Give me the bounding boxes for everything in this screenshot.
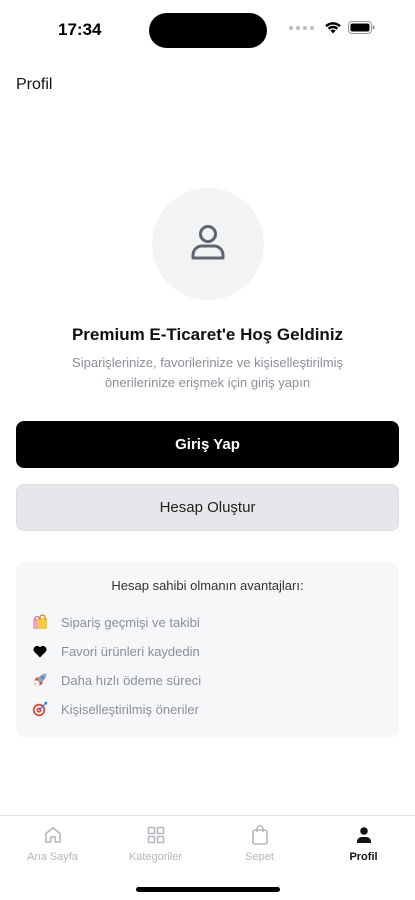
benefits-title: Hesap sahibi olmanın avantajları: <box>111 578 304 593</box>
tab-categories[interactable]: Kategoriler <box>104 824 207 863</box>
tab-home[interactable]: Ana Sayfa <box>1 824 104 863</box>
tab-cart[interactable]: Sepet <box>208 824 311 863</box>
benefits-card: Hesap sahibi olmanın avantajları: Sipari… <box>16 562 399 738</box>
benefit-label: Kişiselleştirilmiş öneriler <box>61 701 199 717</box>
dynamic-island <box>149 13 267 48</box>
list-item: Daha hızlı ödeme süreci <box>31 670 201 690</box>
welcome-subtitle: Siparişlerinize, favorilerinize ve kişis… <box>72 355 343 390</box>
cellular-signal-icon <box>289 25 314 30</box>
person-outline-icon <box>188 222 228 267</box>
grid-icon <box>146 824 166 846</box>
benefit-label: Sipariş geçmişi ve takibi <box>61 614 200 630</box>
person-icon <box>354 824 374 846</box>
welcome-title: Premium E-Ticaret'e Hoş Geldiniz <box>71 325 344 344</box>
list-item: Sipariş geçmişi ve takibi <box>31 612 200 632</box>
dart-target-icon <box>31 700 49 718</box>
home-indicator[interactable] <box>136 887 280 892</box>
avatar <box>152 188 264 300</box>
tab-label: Profil <box>349 851 378 863</box>
shopping-bags-icon <box>31 613 49 631</box>
home-icon <box>43 824 63 846</box>
wifi-icon <box>324 21 342 34</box>
benefit-label: Favori ürünleri kaydedin <box>61 643 200 659</box>
rocket-icon <box>31 671 49 689</box>
status-time: 17:34 <box>58 20 102 39</box>
tab-label: Sepet <box>245 851 274 863</box>
create-account-button[interactable]: Hesap Oluştur <box>16 484 399 531</box>
list-item: Favori ürünleri kaydedin <box>31 641 200 661</box>
status-icons <box>289 21 375 34</box>
page-title: Profil <box>16 76 53 93</box>
tab-label: Ana Sayfa <box>27 851 78 863</box>
tab-label: Kategoriler <box>128 851 183 863</box>
battery-icon <box>348 21 375 34</box>
list-item: Kişiselleştirilmiş öneriler <box>31 699 199 719</box>
benefit-label: Daha hızlı ödeme süreci <box>61 672 202 688</box>
login-button[interactable]: Giriş Yap <box>16 421 399 468</box>
status-bar: 17:34 <box>0 0 415 60</box>
heart-icon <box>31 642 49 660</box>
bag-icon <box>250 824 270 846</box>
tab-profile[interactable]: Profil <box>312 824 415 863</box>
